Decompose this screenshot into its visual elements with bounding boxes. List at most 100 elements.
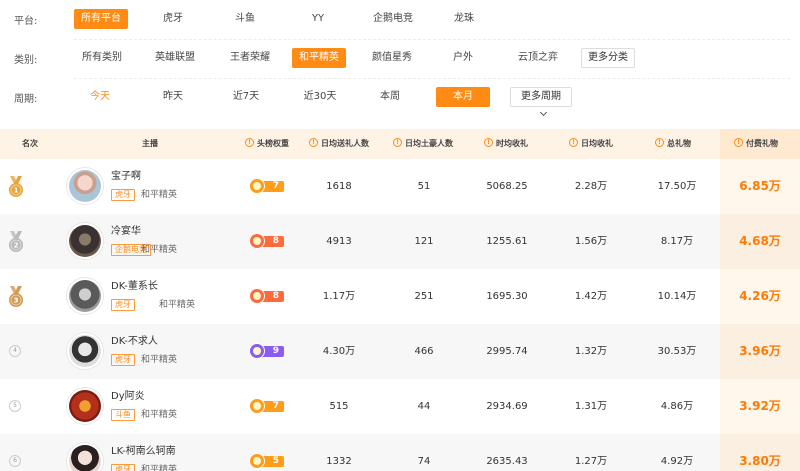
- cell-gifters: 4913: [326, 236, 352, 247]
- cell-total: 8.17万: [660, 236, 694, 247]
- cell-hourly: 2995.74: [486, 346, 528, 357]
- category-option-peacekeeper[interactable]: 和平精英: [292, 48, 346, 68]
- category-option-honor-of-kings[interactable]: 王者荣耀: [219, 48, 281, 68]
- cell-hourly: 5068.25: [486, 181, 528, 192]
- table-row[interactable]: 6 LK-柯南么轲南 虎牙 和平精英 5 1332 74 2635.43 1.27万 4.92万 3…: [0, 434, 800, 471]
- cell-donors: 121: [414, 236, 434, 247]
- category-option-outdoor[interactable]: 户外: [444, 48, 482, 68]
- header-streamer: 主播: [142, 139, 158, 148]
- period-option-this-month[interactable]: 本月: [436, 87, 490, 107]
- streamer-name[interactable]: DK-董系长: [111, 281, 158, 293]
- more-periods-dropdown[interactable]: 更多周期: [510, 87, 572, 117]
- platform-tag: 虎牙: [111, 464, 135, 471]
- platform-option-egame[interactable]: 企鹅电竞: [364, 9, 422, 29]
- avatar[interactable]: [67, 223, 103, 259]
- game-category: 和平精英: [141, 410, 178, 420]
- cell-daily: 1.27万: [574, 456, 608, 467]
- level-badge-icon: 7: [250, 179, 284, 193]
- streamer-name[interactable]: LK-柯南么轲南: [111, 446, 176, 458]
- table-row[interactable]: 1 宝子啊 虎牙 和平精英 7 1618 51 5068.25 2.28万 17.50万 6.85万: [0, 159, 800, 214]
- level-badge-icon: 5: [250, 454, 284, 468]
- info-icon: !: [245, 138, 254, 147]
- cell-daily: 1.42万: [574, 291, 608, 302]
- streamer-name[interactable]: DK-不求人: [111, 336, 158, 348]
- platform-tag: 虎牙: [111, 189, 135, 201]
- more-categories-button[interactable]: 更多分类: [581, 48, 635, 68]
- gold-medal-icon: 1: [9, 176, 23, 197]
- silver-medal-icon: 2: [9, 231, 23, 252]
- cell-daily: 1.32万: [574, 346, 608, 357]
- header-weight-label: 头榜权重: [257, 139, 289, 148]
- cell-hourly: 1695.30: [486, 291, 528, 302]
- header-daily[interactable]: ! 日均收礼: [569, 129, 613, 159]
- category-option-lol[interactable]: 英雄联盟: [145, 48, 205, 68]
- game-category: 和平精英: [159, 300, 196, 310]
- avatar[interactable]: [67, 333, 103, 369]
- cell-donors: 466: [414, 346, 434, 357]
- platform-option-all[interactable]: 所有平台: [74, 9, 128, 29]
- level-badge-icon: 9: [250, 344, 284, 358]
- platform-option-huya[interactable]: 虎牙: [155, 9, 191, 29]
- cell-total: 30.53万: [657, 346, 697, 357]
- avatar[interactable]: [67, 168, 103, 204]
- rank-number: 1: [14, 187, 19, 195]
- cell-gifters: 1.17万: [322, 291, 356, 302]
- cell-total: 10.14万: [657, 291, 697, 302]
- table-row[interactable]: 2 冷宴华 企鹅电竞 和平精英 8 4913 121 1255.61 1.56万 8.17万 4.6…: [0, 214, 800, 269]
- platform-filter-label: 平台:: [14, 15, 38, 27]
- rank-number: 2: [14, 242, 19, 250]
- streamer-name[interactable]: 宝子啊: [111, 171, 141, 183]
- period-option-today[interactable]: 今天: [82, 87, 118, 107]
- cell-donors: 44: [417, 401, 431, 412]
- cell-donors: 251: [414, 291, 434, 302]
- info-icon: !: [569, 138, 578, 147]
- rank-number: 4: [9, 345, 21, 357]
- rank-number: 3: [14, 297, 19, 305]
- header-total[interactable]: ! 总礼物: [655, 129, 691, 159]
- period-option-30days[interactable]: 近30天: [297, 87, 343, 107]
- avatar[interactable]: [67, 278, 103, 314]
- streamer-name[interactable]: Dy阿炎: [111, 391, 145, 403]
- info-icon: !: [484, 138, 493, 147]
- platform-tag: 虎牙: [111, 354, 135, 366]
- streamer-name[interactable]: 冷宴华: [111, 226, 141, 238]
- cell-donors: 51: [417, 181, 431, 192]
- header-daily-label: 日均收礼: [581, 139, 613, 148]
- more-periods-label: 更多周期: [521, 91, 561, 102]
- table-row[interactable]: 4 DK-不求人 虎牙 和平精英 9 4.30万 466 2995.74 1.32万 30.53万…: [0, 324, 800, 379]
- header-donors[interactable]: ! 日均土豪人数: [393, 129, 453, 159]
- cell-paid: 4.26万: [720, 269, 800, 324]
- game-category: 和平精英: [141, 355, 178, 365]
- cell-paid: 6.85万: [720, 159, 800, 214]
- cell-daily: 1.56万: [574, 236, 608, 247]
- category-filter-label: 类别:: [14, 54, 38, 66]
- avatar[interactable]: [67, 388, 103, 424]
- header-gifters[interactable]: ! 日均送礼人数: [309, 129, 369, 159]
- period-option-yesterday[interactable]: 昨天: [155, 87, 191, 107]
- game-category: 和平精英: [141, 190, 178, 200]
- header-paid[interactable]: ! 付费礼物: [720, 129, 800, 159]
- header-gifters-label: 日均送礼人数: [321, 139, 369, 148]
- table-row[interactable]: 3 DK-董系长 虎牙 和平精英 8 1.17万 251 1695.30 1.42万 10.14万…: [0, 269, 800, 324]
- filter-divider: [74, 39, 790, 40]
- cell-total: 4.92万: [660, 456, 694, 467]
- level-badge-icon: 7: [250, 399, 284, 413]
- platform-tag: 斗鱼: [111, 409, 135, 421]
- info-icon: !: [309, 138, 318, 147]
- period-option-7days[interactable]: 近7天: [226, 87, 266, 107]
- category-option-tft[interactable]: 云顶之弈: [508, 48, 568, 68]
- header-weight[interactable]: ! 头榜权重: [245, 129, 289, 159]
- period-option-this-week[interactable]: 本周: [372, 87, 408, 107]
- table-row[interactable]: 5 Dy阿炎 斗鱼 和平精英 7 515 44 2934.69 1.31万 4.86万 3.92万: [0, 379, 800, 434]
- header-hourly[interactable]: ! 时均收礼: [484, 129, 528, 159]
- filter-divider: [74, 78, 790, 79]
- platform-option-longzhu[interactable]: 龙珠: [446, 9, 482, 29]
- platform-option-yy[interactable]: YY: [302, 9, 334, 29]
- cell-gifters: 515: [329, 401, 349, 412]
- category-option-all[interactable]: 所有类别: [74, 48, 130, 68]
- platform-option-douyu[interactable]: 斗鱼: [227, 9, 263, 29]
- level-badge-icon: 8: [250, 234, 284, 248]
- avatar[interactable]: [67, 443, 103, 471]
- category-option-beauty-show[interactable]: 颜值星秀: [362, 48, 422, 68]
- platform-filter-row: 平台: 所有平台 虎牙 斗鱼 YY 企鹅电竞 龙珠: [0, 2, 800, 36]
